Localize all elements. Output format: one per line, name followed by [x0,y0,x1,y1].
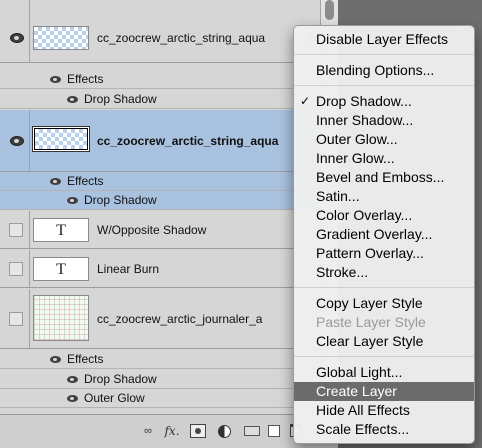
menu-item-pattern-overlay[interactable]: Pattern Overlay... [294,244,474,263]
menu-item-drop-shadow[interactable]: ✓ Drop Shadow... [294,92,474,111]
effect-row[interactable]: Outer Glow [0,389,320,408]
link-icon[interactable]: ∞ [140,424,156,438]
menu-item-color-overlay[interactable]: Color Overlay... [294,206,474,225]
effect-name: Outer Glow [84,391,145,405]
menu-item-inner-glow[interactable]: Inner Glow... [294,149,474,168]
effect-row[interactable]: Drop Shadow [0,370,320,389]
eye-icon[interactable] [10,135,24,146]
effects-row[interactable]: Effects [0,350,320,369]
effect-name: Drop Shadow [84,193,157,207]
menu-separator [294,356,474,357]
add-layer-style-button[interactable]: fx. [164,424,180,438]
layers-panel: cc_zoocrew_arctic_string_aqua fx Effects… [0,0,338,448]
layer-thumbnail [33,26,89,50]
menu-item-label: Drop Shadow... [316,93,412,109]
eye-icon[interactable] [50,355,61,363]
menu-item-copy-layer-style[interactable]: Copy Layer Style [294,294,474,313]
menu-item-create-layer[interactable]: Create Layer [294,382,474,401]
menu-item-global-light[interactable]: Global Light... [294,363,474,382]
effects-label: Effects [67,352,104,366]
visibility-toggle[interactable] [9,261,23,276]
menu-separator [294,85,474,86]
layer-name[interactable]: cc_zoocrew_arctic_journaler_a [97,289,309,348]
eye-icon[interactable] [50,75,61,83]
checkmark-icon: ✓ [300,94,311,108]
effects-row[interactable]: Effects [0,70,320,89]
menu-item-scale-effects[interactable]: Scale Effects... [294,420,474,439]
menu-item-gradient-overlay[interactable]: Gradient Overlay... [294,225,474,244]
text-layer-icon: T [33,257,89,281]
menu-item-disable-layer-effects[interactable]: Disable Layer Effects [294,30,474,49]
add-mask-icon[interactable] [190,424,206,438]
menu-item-stroke[interactable]: Stroke... [294,263,474,282]
layer-row[interactable]: T W/Opposite Shadow [0,211,320,249]
eye-icon[interactable] [67,375,78,383]
effects-row[interactable]: Effects [0,172,320,191]
layer-row[interactable]: T Linear Burn [0,250,320,288]
effect-row[interactable]: Drop Shadow [0,90,320,109]
eye-icon[interactable] [67,394,78,402]
effect-name: Drop Shadow [84,92,157,106]
effects-label: Effects [67,72,104,86]
eye-icon[interactable] [50,177,61,185]
layer-style-context-menu: Disable Layer Effects Blending Options..… [293,25,475,444]
scroll-thumb[interactable] [325,0,334,20]
new-layer-icon[interactable] [268,425,280,437]
layer-row[interactable]: cc_zoocrew_arctic_journaler_a [0,289,320,349]
menu-item-blending-options[interactable]: Blending Options... [294,61,474,80]
eye-icon[interactable] [67,196,78,204]
layer-name[interactable]: Linear Burn [97,250,309,287]
menu-item-satin[interactable]: Satin... [294,187,474,206]
menu-item-bevel-and-emboss[interactable]: Bevel and Emboss... [294,168,474,187]
layers-toolbar: ∞ fx. [0,414,338,448]
text-layer-icon: T [33,218,89,242]
eye-icon[interactable] [67,95,78,103]
adjustment-layer-icon[interactable] [216,424,232,438]
effect-name: Drop Shadow [84,372,157,386]
menu-item-outer-glow[interactable]: Outer Glow... [294,130,474,149]
visibility-toggle[interactable] [9,311,23,326]
menu-separator [294,54,474,55]
menu-item-clear-layer-style[interactable]: Clear Layer Style [294,332,474,351]
layer-name[interactable]: cc_zoocrew_arctic_string_aqua [97,26,309,50]
menu-item-hide-all-effects[interactable]: Hide All Effects [294,401,474,420]
layer-row[interactable]: cc_zoocrew_arctic_string_aqua fx [0,0,320,63]
menu-separator [294,287,474,288]
layer-thumbnail [33,127,89,151]
layer-thumbnail [33,295,89,341]
new-group-icon[interactable] [244,426,260,436]
layer-row-selected[interactable]: cc_zoocrew_arctic_string_aqua fx [0,110,320,172]
visibility-toggle[interactable] [9,222,23,237]
menu-item-inner-shadow[interactable]: Inner Shadow... [294,111,474,130]
eye-icon[interactable] [10,33,24,43]
visibility-column[interactable] [0,0,30,63]
menu-item-paste-layer-style: Paste Layer Style [316,314,426,330]
layer-name[interactable]: cc_zoocrew_arctic_string_aqua [97,110,309,171]
effect-row[interactable]: Drop Shadow [0,191,320,210]
effects-label: Effects [67,174,104,188]
layer-name[interactable]: W/Opposite Shadow [97,211,309,248]
